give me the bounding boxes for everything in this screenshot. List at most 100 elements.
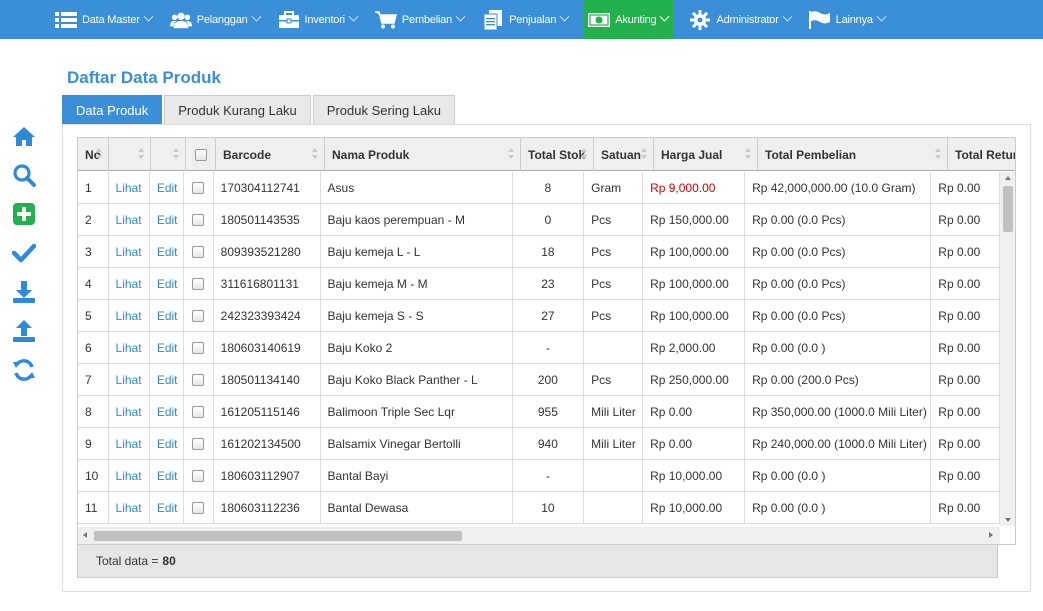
sort-icon[interactable] — [173, 148, 179, 160]
document-icon — [482, 9, 504, 30]
column-header-no[interactable]: No — [78, 138, 109, 171]
edit-link[interactable]: Edit — [150, 300, 185, 332]
table-row[interactable]: 3 Lihat Edit 809393521280 Baju kemeja L - L1… — [78, 236, 1000, 268]
scroll-left-icon[interactable] — [83, 532, 87, 538]
table-row[interactable]: 9 Lihat Edit 161202134500 Balsamix Vinegar B… — [78, 428, 1000, 460]
row-checkbox[interactable] — [192, 246, 205, 258]
row-checkbox[interactable] — [192, 502, 205, 514]
row-checkbox[interactable] — [192, 406, 205, 418]
tab-data-produk[interactable]: Data Produk — [62, 95, 163, 125]
view-link[interactable]: Lihat — [109, 492, 150, 524]
row-checkbox[interactable] — [192, 374, 205, 386]
row-checkbox[interactable] — [192, 278, 205, 290]
column-header-total-stok[interactable]: Total Stok — [521, 138, 594, 171]
edit-link[interactable]: Edit — [150, 204, 185, 236]
download-icon[interactable] — [11, 279, 37, 305]
vertical-scroll-thumb[interactable] — [1003, 186, 1013, 232]
sort-icon[interactable] — [745, 148, 751, 160]
cell-total-retur: Rp 0.00 — [931, 204, 1000, 236]
view-link[interactable]: Lihat — [109, 460, 150, 492]
grid-header: No Barcode Nama Produk Total Stok Satuan Harg… — [78, 138, 1015, 171]
cell-no: 4 — [78, 268, 109, 300]
nav-item-lainnya[interactable]: Lainnya — [807, 0, 891, 39]
edit-link[interactable]: Edit — [150, 268, 185, 300]
view-link[interactable]: Lihat — [109, 204, 150, 236]
sort-icon[interactable] — [581, 148, 587, 160]
column-header-edit[interactable] — [151, 138, 186, 171]
table-row[interactable]: 10 Lihat Edit 180603112907 Bantal Bayi - Rp 10… — [78, 460, 1000, 492]
row-checkbox[interactable] — [192, 310, 205, 322]
home-icon[interactable] — [11, 123, 37, 149]
refresh-icon[interactable] — [11, 357, 37, 383]
column-header-harga-jual[interactable]: Harga Jual — [654, 138, 758, 171]
view-link[interactable]: Lihat — [109, 396, 150, 428]
nav-item-penjualan[interactable]: Penjualan — [480, 0, 574, 39]
sort-icon[interactable] — [641, 148, 647, 160]
column-header-lihat[interactable] — [109, 138, 151, 171]
column-header-satuan[interactable]: Satuan — [594, 138, 654, 171]
edit-link[interactable]: Edit — [150, 236, 185, 268]
table-row[interactable]: 11 Lihat Edit 180603112236 Bantal Dewasa 10 Rp… — [78, 492, 1000, 524]
edit-link[interactable]: Edit — [150, 428, 185, 460]
edit-link[interactable]: Edit — [150, 332, 185, 364]
column-header-total-pembelian[interactable]: Total Pembelian — [758, 138, 948, 171]
table-row[interactable]: 8 Lihat Edit 161205115146 Balimoon Triple Se… — [78, 396, 1000, 428]
sort-icon[interactable] — [96, 148, 102, 160]
upload-icon[interactable] — [11, 318, 37, 344]
view-link[interactable]: Lihat — [109, 172, 150, 204]
table-row[interactable]: 5 Lihat Edit 242323393424 Baju kemeja S - S2… — [78, 300, 1000, 332]
row-checkbox[interactable] — [192, 182, 205, 194]
row-checkbox[interactable] — [192, 342, 205, 354]
search-icon[interactable] — [11, 162, 37, 188]
horizontal-scroll-thumb[interactable] — [94, 531, 462, 541]
list-icon — [55, 11, 77, 29]
tab-produk-kurang-laku[interactable]: Produk Kurang Laku — [164, 95, 311, 125]
column-header-total-retur[interactable]: Total Retur — [948, 138, 1015, 171]
vertical-scrollbar[interactable] — [1000, 172, 1015, 526]
add-icon[interactable] — [11, 201, 37, 227]
nav-item-inventori[interactable]: Inventori — [276, 0, 363, 39]
column-header-select[interactable] — [186, 138, 216, 171]
table-row[interactable]: 2 Lihat Edit 180501143535 Baju kaos perempua… — [78, 204, 1000, 236]
horizontal-scrollbar[interactable] — [78, 527, 1000, 544]
table-row[interactable]: 1 Lihat Edit 170304112741 Asus 8 Gram Rp 9,000.… — [78, 172, 1000, 204]
nav-item-data-master[interactable]: Data Master — [53, 0, 158, 39]
column-header-barcode[interactable]: Barcode — [216, 138, 325, 171]
sort-icon[interactable] — [312, 148, 318, 160]
edit-link[interactable]: Edit — [150, 396, 185, 428]
tab-produk-sering-laku[interactable]: Produk Sering Laku — [312, 95, 455, 125]
edit-link[interactable]: Edit — [150, 492, 185, 524]
select-all-checkbox[interactable] — [194, 148, 207, 161]
check-icon[interactable] — [11, 240, 37, 266]
view-link[interactable]: Lihat — [109, 364, 150, 396]
view-link[interactable]: Lihat — [109, 236, 150, 268]
sort-icon[interactable] — [508, 148, 514, 160]
table-row[interactable]: 6 Lihat Edit 180603140619 Baju Koko 2- Rp 2,0… — [78, 332, 1000, 364]
cell-total-pembelian: Rp 350,000.00 (1000.0 Mili Liter) — [745, 396, 932, 428]
row-checkbox[interactable] — [192, 438, 205, 450]
nav-item-pelanggan[interactable]: Pelanggan — [168, 0, 266, 39]
edit-link[interactable]: Edit — [150, 172, 185, 204]
nav-item-administrator[interactable]: Administrator — [687, 0, 796, 39]
row-checkbox[interactable] — [192, 470, 205, 482]
table-row[interactable]: 4 Lihat Edit 311616801131 Baju kemeja M - M2… — [78, 268, 1000, 300]
table-row[interactable]: 7 Lihat Edit 180501134140 Baju Koko Black Pa… — [78, 364, 1000, 396]
column-header-label: Nama Produk — [332, 147, 410, 162]
scroll-down-icon[interactable] — [1005, 518, 1011, 522]
column-header-nama-produk[interactable]: Nama Produk — [325, 138, 521, 171]
cell-total-pembelian: Rp 0.00 (0.0 ) — [745, 332, 932, 364]
edit-link[interactable]: Edit — [150, 460, 185, 492]
view-link[interactable]: Lihat — [109, 332, 150, 364]
view-link[interactable]: Lihat — [109, 268, 150, 300]
scroll-up-icon[interactable] — [1005, 176, 1011, 180]
scroll-right-icon[interactable] — [989, 532, 993, 538]
nav-item-pembelian[interactable]: Pembelian — [373, 0, 470, 39]
chevron-down-icon — [876, 11, 887, 22]
view-link[interactable]: Lihat — [109, 300, 150, 332]
sort-icon[interactable] — [138, 148, 144, 160]
sort-icon[interactable] — [935, 148, 941, 160]
edit-link[interactable]: Edit — [150, 364, 185, 396]
nav-item-akunting[interactable]: Akunting — [584, 0, 674, 39]
view-link[interactable]: Lihat — [109, 428, 150, 460]
row-checkbox[interactable] — [192, 214, 205, 226]
